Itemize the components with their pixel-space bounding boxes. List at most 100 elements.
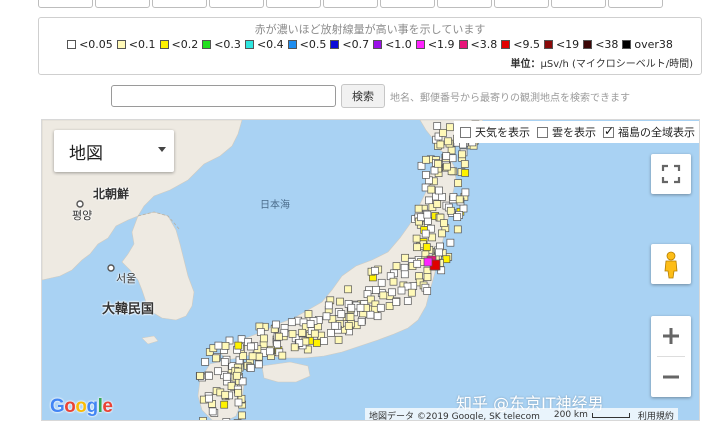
station-marker xyxy=(413,243,421,252)
minus-icon xyxy=(663,375,679,379)
station-marker xyxy=(446,123,454,132)
station-marker xyxy=(461,169,469,177)
google-logo-letter: g xyxy=(86,396,99,417)
station-marker xyxy=(448,154,457,163)
layer-label: 福島の全域表示 xyxy=(618,126,695,139)
legend-swatch xyxy=(373,40,383,49)
legend-swatch xyxy=(287,40,297,49)
tab[interactable] xyxy=(380,0,435,8)
zoom-out-button[interactable] xyxy=(651,357,691,397)
map-type-label: 地図 xyxy=(69,144,103,164)
layer-checkbox[interactable] xyxy=(537,126,548,138)
station-marker xyxy=(373,312,382,321)
station-marker xyxy=(238,411,246,420)
layer-checkbox[interactable] xyxy=(603,124,614,138)
legend-item: <0.7 xyxy=(330,38,369,51)
station-marker xyxy=(433,200,442,208)
legend-label: <0.7 xyxy=(342,38,370,51)
station-marker xyxy=(201,358,209,366)
label-south-korea: 大韓民国 xyxy=(102,302,155,317)
legend-swatch xyxy=(330,40,340,49)
legend-item: <0.1 xyxy=(116,38,156,51)
station-marker xyxy=(433,122,442,130)
attribution-text[interactable]: 地図データ ©2019 Google, SK telecom xyxy=(369,409,540,421)
scale-label[interactable]: 200 km xyxy=(554,410,588,420)
legend-unit: 単位：μSv/h (マイクロシーベルト/時間) xyxy=(510,59,694,70)
tab[interactable] xyxy=(551,0,606,8)
search-input[interactable] xyxy=(111,85,336,107)
station-marker xyxy=(298,328,307,337)
station-marker xyxy=(222,372,231,381)
station-marker xyxy=(428,233,436,242)
station-marker xyxy=(336,297,344,306)
station-marker xyxy=(389,277,398,286)
station-marker xyxy=(199,417,207,420)
tab[interactable] xyxy=(95,0,150,8)
tab[interactable] xyxy=(494,0,549,8)
legend-label: <0.3 xyxy=(214,38,241,51)
legend-swatch xyxy=(415,40,425,49)
station-marker xyxy=(422,243,431,251)
layer-checkbox[interactable] xyxy=(460,126,471,138)
terms-link[interactable]: 利用規約 xyxy=(638,409,674,421)
station-marker xyxy=(320,337,328,345)
tab[interactable] xyxy=(323,0,378,8)
legend-item: <0.05 xyxy=(67,38,113,51)
legend-swatch xyxy=(202,40,212,49)
legend-swatch xyxy=(159,40,169,49)
station-marker xyxy=(372,286,380,294)
pegman-icon xyxy=(664,251,678,279)
google-logo-letter: G xyxy=(50,396,65,417)
tab[interactable] xyxy=(38,0,93,8)
layer-label: 天気を表示 xyxy=(475,126,530,139)
tab[interactable] xyxy=(437,0,492,8)
legend-item: <1.9 xyxy=(415,38,455,51)
tab[interactable] xyxy=(266,0,321,8)
station-marker xyxy=(423,287,432,295)
station-marker xyxy=(196,372,204,380)
station-marker xyxy=(442,152,451,160)
station-marker xyxy=(247,342,255,351)
layer-toggle[interactable]: 雲を表示 xyxy=(537,124,596,140)
station-marker xyxy=(443,162,451,171)
station-marker xyxy=(254,360,263,369)
station-marker xyxy=(366,310,375,319)
station-marker xyxy=(385,302,394,310)
legend-item: <38 xyxy=(583,38,618,51)
legend-swatch xyxy=(583,40,593,49)
station-marker xyxy=(460,160,469,168)
tab[interactable] xyxy=(209,0,264,8)
station-marker xyxy=(392,298,401,306)
station-marker xyxy=(453,225,462,234)
legend-swatch xyxy=(543,40,553,49)
station-marker xyxy=(233,371,241,380)
google-logo-letter: e xyxy=(102,396,113,417)
legend-item: <19 xyxy=(543,38,579,51)
tab[interactable] xyxy=(152,0,207,8)
station-marker xyxy=(421,229,430,238)
station-marker xyxy=(427,185,436,194)
station-marker xyxy=(449,193,458,201)
street-view-pegman-button[interactable] xyxy=(651,244,691,284)
search-button[interactable]: 検索 xyxy=(341,84,385,108)
tab[interactable] xyxy=(608,0,663,8)
layer-toggle[interactable]: 福島の全域表示 xyxy=(603,124,695,140)
plus-icon xyxy=(663,328,679,344)
map-type-dropdown[interactable]: 地図 xyxy=(54,130,174,172)
layer-toggle[interactable]: 天気を表示 xyxy=(460,124,530,140)
radiation-map[interactable]: 北朝鮮 평양 日本海 서울 大韓民国 地図 天気を表示 雲を表示 福島の全域表示 G… xyxy=(41,119,700,421)
station-marker xyxy=(401,253,409,262)
station-marker xyxy=(423,210,432,219)
station-marker xyxy=(397,286,406,295)
legend-label: <3.8 xyxy=(470,38,498,51)
zoom-in-button[interactable] xyxy=(651,316,691,356)
station-marker xyxy=(407,288,416,297)
station-marker xyxy=(379,291,388,300)
google-logo: Google xyxy=(50,396,113,418)
station-marker xyxy=(347,303,356,312)
fullscreen-button[interactable] xyxy=(651,154,691,194)
legend-item: <0.2 xyxy=(159,38,198,51)
legend-swatch xyxy=(116,40,126,49)
station-marker xyxy=(248,352,257,361)
radiation-legend: 赤が濃いほど放射線量が高い事を示しています <0.05 <0.1 <0.2 <0.3 <… xyxy=(38,17,702,75)
